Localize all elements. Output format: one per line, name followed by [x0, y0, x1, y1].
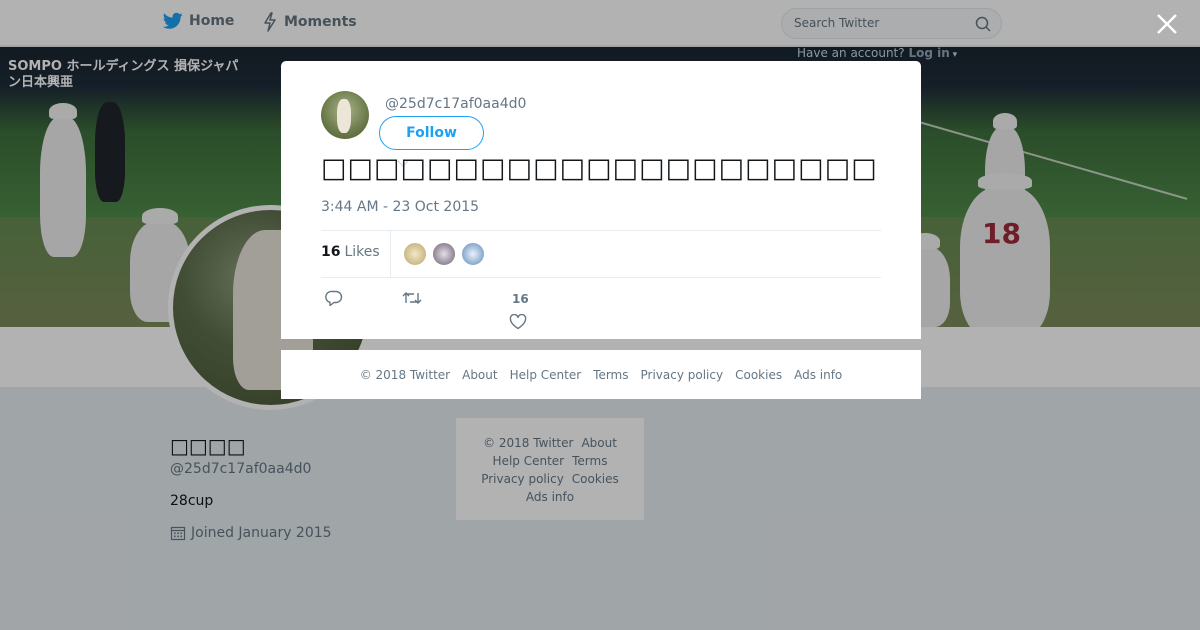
tweet-timestamp[interactable]: 3:44 AM - 23 Oct 2015 — [321, 199, 479, 215]
account-prompt-text: Have an account? — [797, 46, 905, 60]
footer-copyright: © 2018 Twitter — [359, 367, 451, 382]
divider — [321, 230, 881, 231]
footer-help-link[interactable]: Help Center — [510, 368, 582, 382]
close-icon[interactable] — [1155, 12, 1179, 36]
footer-ads-link[interactable]: Ads info — [794, 368, 842, 382]
login-caret-icon[interactable]: ▾ — [950, 50, 958, 60]
footer-about-link[interactable]: About — [462, 368, 497, 382]
likes-label: Likes — [344, 244, 380, 260]
footer-terms-link[interactable]: Terms — [593, 368, 628, 382]
likers-avatars — [403, 242, 490, 266]
likes-stat[interactable]: 16 Likes — [321, 244, 380, 260]
divider — [321, 277, 881, 278]
reply-icon[interactable] — [325, 290, 343, 306]
tweet-text: □□□□□□□□□□□□□□□□□□□□□ — [321, 153, 878, 184]
modal-footer: © 2018 Twitter About Help Center Terms P… — [281, 350, 921, 399]
divider — [390, 231, 391, 277]
liker-avatar[interactable] — [403, 242, 427, 266]
footer-privacy-link[interactable]: Privacy policy — [641, 368, 724, 382]
tweet-author-avatar[interactable] — [321, 91, 369, 139]
tweet-modal: @25d7c17af0aa4d0 Follow □□□□□□□□□□□□□□□□… — [281, 61, 921, 339]
login-link[interactable]: Log in — [908, 46, 949, 60]
account-prompt: Have an account? Log in ▾ — [797, 46, 957, 60]
tweet-author-handle[interactable]: @25d7c17af0aa4d0 — [385, 96, 526, 112]
liker-avatar[interactable] — [461, 242, 485, 266]
like-count: 16 — [512, 292, 529, 306]
likes-count: 16 — [321, 244, 341, 260]
heart-icon[interactable] — [509, 314, 527, 330]
follow-button[interactable]: Follow — [379, 116, 484, 150]
liker-avatar[interactable] — [432, 242, 456, 266]
footer-cookies-link[interactable]: Cookies — [735, 368, 782, 382]
retweet-icon[interactable] — [402, 291, 422, 305]
